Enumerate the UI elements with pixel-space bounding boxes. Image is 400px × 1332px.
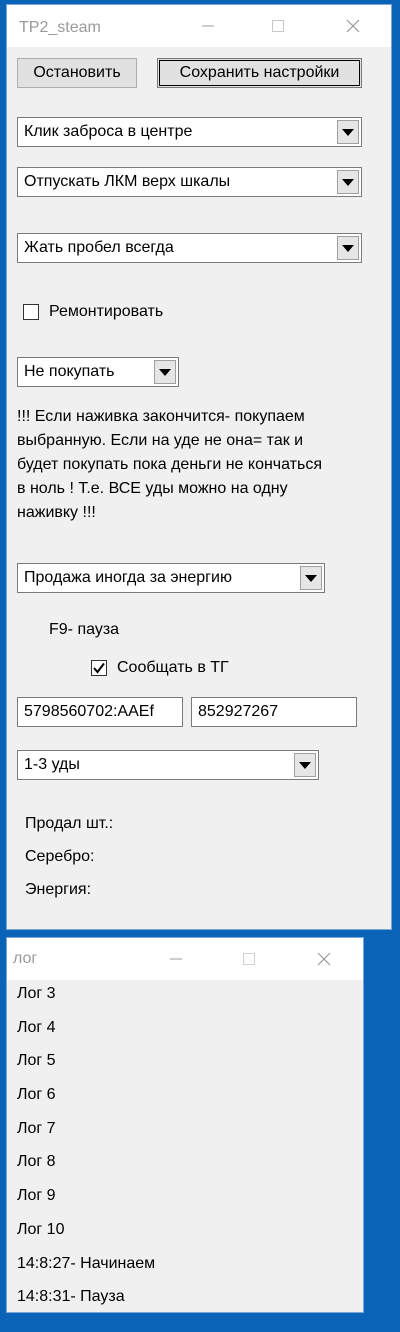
maximize-button[interactable] [226, 938, 272, 980]
tg-checkbox-row[interactable]: Сообщать в ТГ [91, 659, 229, 677]
list-item: Лог 9 [17, 1187, 56, 1205]
lmb-release-value: Отпускать ЛКМ верх шкалы [24, 173, 231, 190]
close-icon [346, 19, 360, 33]
lmb-release-select[interactable]: Отпускать ЛКМ верх шкалы [17, 167, 362, 197]
buy-mode-value: Не покупать [24, 363, 115, 380]
list-item: 14:8:31- Пауза [17, 1288, 125, 1306]
list-item: Лог 3 [17, 985, 56, 1002]
rods-select[interactable]: 1-3 уды [17, 750, 319, 780]
chevron-down-icon[interactable] [300, 566, 322, 590]
minimize-button[interactable] [153, 938, 199, 980]
maximize-icon [272, 20, 284, 32]
list-item: Лог 7 [17, 1119, 56, 1137]
chevron-down-icon[interactable] [337, 236, 359, 260]
main-titlebar[interactable]: TP2_steam [7, 5, 391, 47]
tg-chat-id-input[interactable]: 852927267 [191, 697, 357, 727]
checkmark-icon [93, 662, 105, 674]
maximize-button[interactable] [255, 5, 301, 47]
main-window: TP2_steam Остановить Сохранить настройки… [7, 5, 391, 929]
energy-label: Энергия: [25, 881, 92, 898]
maximize-icon [243, 953, 255, 965]
minimize-icon [202, 25, 214, 27]
rods-value: 1-3 уды [24, 756, 80, 773]
main-window-title: TP2_steam [19, 19, 101, 36]
list-item: Лог 8 [17, 1153, 56, 1171]
tg-label: Сообщать в ТГ [117, 659, 229, 676]
log-window: лог Лог 3 Лог 4 Лог 5 Лог 6 Лог 7 Лог 8 … [7, 938, 363, 1312]
list-item: 14:8:27- Начинаем [17, 1254, 156, 1272]
tg-token-input[interactable]: 5798560702:AAEf [17, 697, 183, 727]
log-window-title: лог [13, 950, 38, 967]
sell-mode-value: Продажа иногда за энергию [24, 569, 232, 586]
close-button[interactable] [301, 938, 347, 980]
list-item: Лог 5 [17, 1052, 56, 1070]
sell-mode-select[interactable]: Продажа иногда за энергию [17, 563, 325, 593]
sold-count-label: Продал шт.: [25, 815, 114, 832]
cast-mode-select[interactable]: Клик заброса в центре [17, 117, 362, 147]
chevron-down-icon[interactable] [337, 120, 359, 144]
space-mode-value: Жать пробел всегда [24, 239, 174, 256]
log-list: Лог 3 Лог 4 Лог 5 Лог 6 Лог 7 Лог 8 Лог … [17, 984, 155, 1321]
repair-label: Ремонтировать [49, 303, 164, 320]
silver-label: Серебро: [25, 848, 95, 865]
repair-checkbox-row[interactable]: Ремонтировать [23, 303, 163, 321]
close-button[interactable] [330, 5, 376, 47]
list-item: Лог 6 [17, 1086, 56, 1104]
minimize-button[interactable] [185, 5, 231, 47]
chevron-down-icon[interactable] [337, 170, 359, 194]
cast-mode-value: Клик заброса в центре [24, 123, 193, 140]
save-settings-button[interactable]: Сохранить настройки [157, 58, 362, 88]
bait-note: !!! Если наживка закончится- покупаем вы… [17, 408, 323, 521]
pause-hint: F9- пауза [49, 621, 120, 638]
list-item: Лог 4 [17, 1018, 56, 1036]
list-item: Лог 10 [17, 1220, 65, 1238]
tg-checkbox[interactable] [91, 660, 107, 676]
buy-mode-select[interactable]: Не покупать [17, 357, 179, 387]
close-icon [317, 952, 331, 966]
space-mode-select[interactable]: Жать пробел всегда [17, 233, 362, 263]
log-titlebar[interactable]: лог [7, 938, 363, 980]
chevron-down-icon[interactable] [294, 753, 316, 777]
stop-button[interactable]: Остановить [17, 58, 137, 88]
minimize-icon [170, 958, 182, 960]
chevron-down-icon[interactable] [154, 360, 176, 384]
repair-checkbox[interactable] [23, 304, 39, 320]
